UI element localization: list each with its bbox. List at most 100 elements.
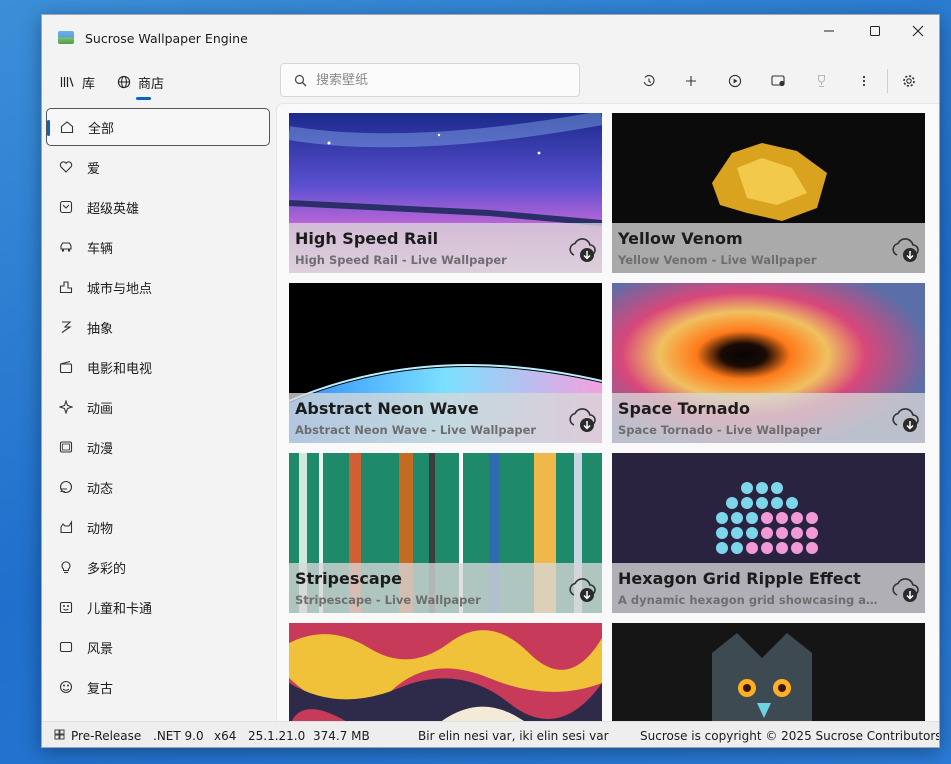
sidebar-item-label: 电影和电视 xyxy=(87,361,153,377)
more-button[interactable] xyxy=(851,69,877,93)
kids-icon xyxy=(58,599,74,615)
tab-library-label: 库 xyxy=(82,76,96,92)
memory-usage: 374.7 MB xyxy=(313,729,370,743)
search-box[interactable] xyxy=(280,63,580,97)
wallpaper-thumbnail xyxy=(612,623,925,721)
app-logo-icon xyxy=(58,31,74,44)
card-title: Stripescape xyxy=(295,569,402,588)
sidebar-item-label: 动态 xyxy=(87,481,114,497)
sidebar-item-vehicles[interactable]: 车辆 xyxy=(46,228,270,266)
wallpaper-gallery: High Speed Rail High Speed Rail - Live W… xyxy=(276,103,939,721)
card-subtitle: Space Tornado - Live Wallpaper xyxy=(618,423,822,437)
sidebar-item-kids-cartoons[interactable]: 儿童和卡通 xyxy=(46,588,270,626)
cloud-download-icon[interactable] xyxy=(889,403,921,435)
sidebar-item-label: 爱 xyxy=(87,161,101,177)
maximize-button[interactable] xyxy=(852,15,898,47)
cloud-download-icon[interactable] xyxy=(566,573,598,605)
cloud-download-icon[interactable] xyxy=(566,233,598,265)
wallpaper-card[interactable]: Stripescape Stripescape - Live Wallpaper xyxy=(289,453,602,613)
history-button[interactable] xyxy=(636,69,662,93)
sidebar-item-city[interactable]: 城市与地点 xyxy=(46,268,270,306)
cloud-download-icon[interactable] xyxy=(889,233,921,265)
wallpaper-card[interactable]: Hexagon Grid Ripple Effect A dynamic hex… xyxy=(612,453,925,613)
sidebar-item-superhero[interactable]: 超级英雄 xyxy=(46,188,270,226)
history-icon xyxy=(643,75,655,87)
tab-library[interactable]: 库 xyxy=(60,71,95,93)
minimize-button[interactable] xyxy=(806,15,852,47)
cloud-download-icon[interactable] xyxy=(889,573,921,605)
card-subtitle: A dynamic hexagon grid showcasing an e..… xyxy=(618,593,883,607)
cloud-download-icon[interactable] xyxy=(566,403,598,435)
play-button[interactable] xyxy=(722,69,748,93)
movie-icon xyxy=(58,359,74,375)
add-icon xyxy=(686,76,696,86)
sidebar-item-all[interactable]: 全部 xyxy=(46,108,270,146)
sidebar-item-label: 全部 xyxy=(88,121,115,137)
status-bar: Pre-Release .NET 9.0 x64 25.1.21.0 374.7… xyxy=(42,721,939,747)
close-icon xyxy=(912,25,924,37)
sidebar-item-retro[interactable]: 复古 xyxy=(46,668,270,706)
trophy-icon xyxy=(817,74,825,88)
sidebar-item-anime[interactable]: 动漫 xyxy=(46,428,270,466)
toolbar-divider xyxy=(887,69,888,93)
library-icon xyxy=(60,77,74,87)
sidebar-item-animals[interactable]: 动物 xyxy=(46,508,270,546)
sidebar-item-animation[interactable]: 动画 xyxy=(46,388,270,426)
card-subtitle: High Speed Rail - Live Wallpaper xyxy=(295,253,507,267)
add-button[interactable] xyxy=(678,69,704,93)
sidebar-item-label: 动物 xyxy=(87,521,114,537)
title-bar[interactable]: Sucrose Wallpaper Engine xyxy=(42,15,939,59)
app-window: Sucrose Wallpaper Engine 库 商店 搜索壁纸 全部 爱 … xyxy=(41,14,940,748)
card-caption: Stripescape Stripescape - Live Wallpaper xyxy=(289,563,602,613)
sidebar-item-colorful[interactable]: 多彩的 xyxy=(46,548,270,586)
status-quote: Bir elin nesi var, iki elin sesi var xyxy=(418,729,609,743)
trophy-button[interactable] xyxy=(808,69,834,93)
superhero-icon xyxy=(58,199,74,215)
card-caption: Yellow Venom Yellow Venom - Live Wallpap… xyxy=(612,223,925,273)
sidebar-item-movies-tv[interactable]: 电影和电视 xyxy=(46,348,270,386)
card-title: Hexagon Grid Ripple Effect xyxy=(618,569,861,588)
vehicle-icon xyxy=(58,239,74,255)
card-title: Space Tornado xyxy=(618,399,750,418)
wallpaper-card[interactable] xyxy=(289,623,602,721)
bulb-icon xyxy=(58,559,74,575)
wallpaper-card[interactable]: Space Tornado Space Tornado - Live Wallp… xyxy=(612,283,925,443)
settings-button[interactable] xyxy=(896,69,922,93)
sidebar-item-label: 超级英雄 xyxy=(87,201,140,217)
wallpaper-thumbnail xyxy=(289,623,602,721)
wallpaper-card[interactable]: Abstract Neon Wave Abstract Neon Wave - … xyxy=(289,283,602,443)
sidebar-item-label: 动漫 xyxy=(87,441,114,457)
more-icon xyxy=(862,75,866,87)
release-channel-icon xyxy=(54,729,65,743)
tab-store[interactable]: 商店 xyxy=(117,71,164,93)
sidebar-item-label: 动画 xyxy=(87,401,114,417)
animal-icon xyxy=(58,519,74,535)
wallpaper-card[interactable]: Yellow Venom Yellow Venom - Live Wallpap… xyxy=(612,113,925,273)
globe-icon xyxy=(117,75,131,89)
card-caption: High Speed Rail High Speed Rail - Live W… xyxy=(289,223,602,273)
release-channel: Pre-Release xyxy=(71,729,142,743)
motion-icon xyxy=(58,479,74,495)
maximize-icon xyxy=(870,26,880,36)
card-title: Yellow Venom xyxy=(618,229,743,248)
tab-store-indicator xyxy=(136,97,151,100)
card-caption: Abstract Neon Wave Abstract Neon Wave - … xyxy=(289,393,602,443)
sidebar-item-abstract[interactable]: 抽象 xyxy=(46,308,270,346)
sidebar-item-love[interactable]: 爱 xyxy=(46,148,270,186)
card-subtitle: Abstract Neon Wave - Live Wallpaper xyxy=(295,423,537,437)
sidebar-item-label: 复古 xyxy=(87,681,114,697)
retro-icon xyxy=(58,679,74,695)
card-caption: Hexagon Grid Ripple Effect A dynamic hex… xyxy=(612,563,925,613)
close-button[interactable] xyxy=(895,15,939,47)
frame-icon xyxy=(58,439,74,455)
wallpaper-card[interactable]: High Speed Rail High Speed Rail - Live W… xyxy=(289,113,602,273)
search-input[interactable] xyxy=(316,72,566,88)
app-version: 25.1.21.0 xyxy=(248,729,306,743)
sidebar-item-dynamic[interactable]: 动态 xyxy=(46,468,270,506)
sidebar-item-label: 城市与地点 xyxy=(87,281,153,297)
heart-icon xyxy=(58,159,74,175)
display-settings-button[interactable] xyxy=(765,69,791,93)
sidebar-item-landscape[interactable]: 风景 xyxy=(46,628,270,666)
display-settings-icon xyxy=(770,75,785,87)
wallpaper-card[interactable] xyxy=(612,623,925,721)
